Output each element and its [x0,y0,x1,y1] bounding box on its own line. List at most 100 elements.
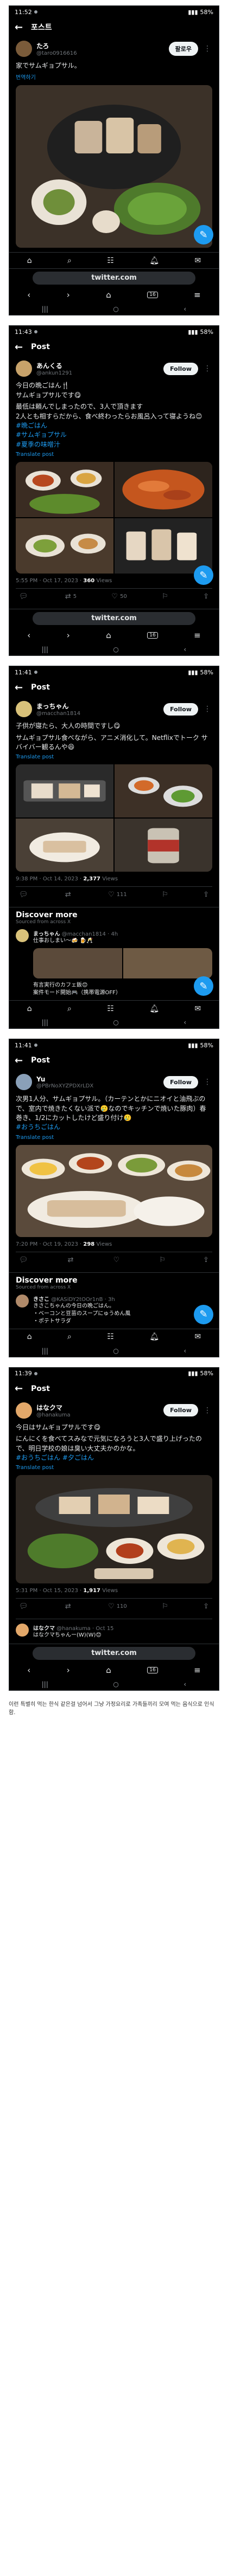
hashtag-link[interactable]: #おうちごはん [16,1123,212,1132]
browser-forward-icon[interactable]: › [67,630,70,640]
post-photo[interactable] [123,948,212,979]
system-back-icon[interactable]: ‹ [183,1680,186,1688]
bookmark-button[interactable]: ⚐ [162,891,168,899]
browser-home-icon[interactable]: ⌂ [106,1665,111,1675]
bookmark-button[interactable]: ⚐ [159,1256,166,1264]
home-circle-icon[interactable]: ○ [113,1019,118,1026]
hashtag-link[interactable]: #夕ごはん [62,1454,94,1461]
hashtag-link[interactable]: #おうちごはん [16,1454,60,1461]
browser-home-icon[interactable]: ⌂ [106,290,111,300]
follow-button[interactable]: Follow [163,1076,198,1089]
hashtag-link[interactable]: #晩ごはん [16,421,212,430]
reply-button[interactable]: 💬︎ [19,891,30,899]
follow-button[interactable]: Follow [163,1404,198,1417]
avatar[interactable] [16,41,32,57]
food-photo[interactable] [16,518,113,574]
communities-icon[interactable]: ☷ [107,256,114,265]
avatar[interactable] [16,1074,32,1091]
communities-icon[interactable]: ☷ [107,1332,114,1341]
bookmark-button[interactable]: ⚐ [162,593,168,601]
browser-back-icon[interactable]: ‹ [27,290,30,300]
food-photo[interactable] [16,1475,212,1584]
back-arrow-icon[interactable]: ← [15,1383,24,1394]
back-arrow-icon[interactable]: ← [15,22,24,33]
home-circle-icon[interactable]: ○ [113,1680,118,1688]
food-photo[interactable] [115,764,212,818]
url-field[interactable]: twitter.com [33,1646,195,1660]
hashtag-link[interactable]: #サムギョプサル [16,430,212,440]
follow-button[interactable]: Follow [163,703,198,716]
follow-button[interactable]: Follow [163,362,198,375]
recents-icon[interactable]: ||| [42,646,48,653]
more-options-icon[interactable]: ⋮ [202,705,212,713]
browser-home-icon[interactable]: ⌂ [106,630,111,640]
retweet-button[interactable]: ⇄ 5 [65,593,77,601]
avatar[interactable] [16,1294,29,1308]
home-icon[interactable]: ⌂ [27,1004,32,1013]
avatar[interactable] [16,360,32,377]
compose-button[interactable]: ✎ [194,1304,213,1324]
system-back-icon[interactable]: ‹ [183,646,186,653]
translate-link[interactable]: Translate post [16,1465,212,1471]
home-circle-icon[interactable]: ○ [113,646,118,653]
home-circle-icon[interactable]: ○ [113,305,118,313]
system-back-icon[interactable]: ‹ [183,305,186,313]
food-photo[interactable] [115,462,212,518]
home-circle-icon[interactable]: ○ [113,1347,118,1355]
share-button[interactable]: ⇪ [203,1602,209,1611]
home-icon[interactable]: ⌂ [27,256,32,265]
more-options-icon[interactable]: ⋮ [202,364,212,373]
back-arrow-icon[interactable]: ← [15,1055,24,1066]
like-button[interactable]: ♡ [113,1256,122,1264]
recommended-post[interactable]: まっちゃん @macchan1814 · 4h 仕事おしまい〜🍻 🍺🥂 有言実行… [16,929,212,997]
retweet-button[interactable]: ⇄ [68,1256,76,1264]
avatar[interactable] [16,1402,32,1419]
search-icon[interactable]: ⌕ [67,1332,72,1341]
browser-forward-icon[interactable]: › [67,1665,70,1675]
url-field[interactable]: twitter.com [33,611,195,625]
browser-forward-icon[interactable]: › [67,290,70,300]
translate-link[interactable]: Translate post [16,452,212,458]
author-name[interactable]: はなクマ [36,1403,159,1412]
notifications-icon[interactable]: 🔔︎ [149,256,159,265]
url-field[interactable]: twitter.com [33,271,195,285]
search-icon[interactable]: ⌕ [67,256,72,265]
author-name[interactable]: あんくる [36,361,159,370]
back-arrow-icon[interactable]: ← [15,682,24,693]
share-button[interactable]: ⇪ [203,593,209,601]
recommended-post[interactable]: きさこ @KASiDY2tOOr1nB · 3h きさこちゃんの今日の晩ごはん。… [16,1294,212,1325]
avatar[interactable] [16,701,32,718]
search-icon[interactable]: ⌕ [67,1004,72,1013]
more-options-icon[interactable]: ⋮ [202,1078,212,1086]
compose-button[interactable]: ✎ [194,565,213,585]
author-name[interactable]: たろ [36,41,164,50]
communities-icon[interactable]: ☷ [107,1004,114,1013]
like-button[interactable]: ♡ 50 [111,593,126,601]
browser-back-icon[interactable]: ‹ [27,1665,30,1675]
recents-icon[interactable]: ||| [42,1347,48,1355]
reply-button[interactable]: 💬︎ [19,1256,30,1264]
browser-menu-icon[interactable]: ≡ [194,630,201,640]
follow-button[interactable]: 팔로우 [168,42,198,56]
browser-back-icon[interactable]: ‹ [27,630,30,640]
food-photo[interactable] [16,819,113,872]
share-button[interactable]: ⇪ [203,1256,209,1264]
retweet-button[interactable]: ⇄ [65,1602,73,1611]
recents-icon[interactable]: ||| [42,1019,48,1026]
system-back-icon[interactable]: ‹ [183,1019,186,1026]
browser-menu-icon[interactable]: ≡ [194,1665,201,1675]
author-name[interactable]: まっちゃん [36,701,159,711]
bookmark-button[interactable]: ⚐ [162,1602,168,1611]
more-options-icon[interactable]: ⋮ [202,44,212,53]
food-photo[interactable] [16,462,113,518]
food-photo[interactable] [16,1144,212,1237]
tabs-button[interactable]: 16 [147,292,158,299]
messages-icon[interactable]: ✉ [195,1332,201,1341]
avatar[interactable] [16,1624,29,1637]
food-photo[interactable] [16,764,113,818]
messages-icon[interactable]: ✉ [195,256,201,265]
avatar[interactable] [16,929,29,943]
translate-link[interactable]: Translate post [16,1135,212,1141]
recents-icon[interactable]: ||| [42,1680,48,1688]
food-photo[interactable] [115,518,212,574]
